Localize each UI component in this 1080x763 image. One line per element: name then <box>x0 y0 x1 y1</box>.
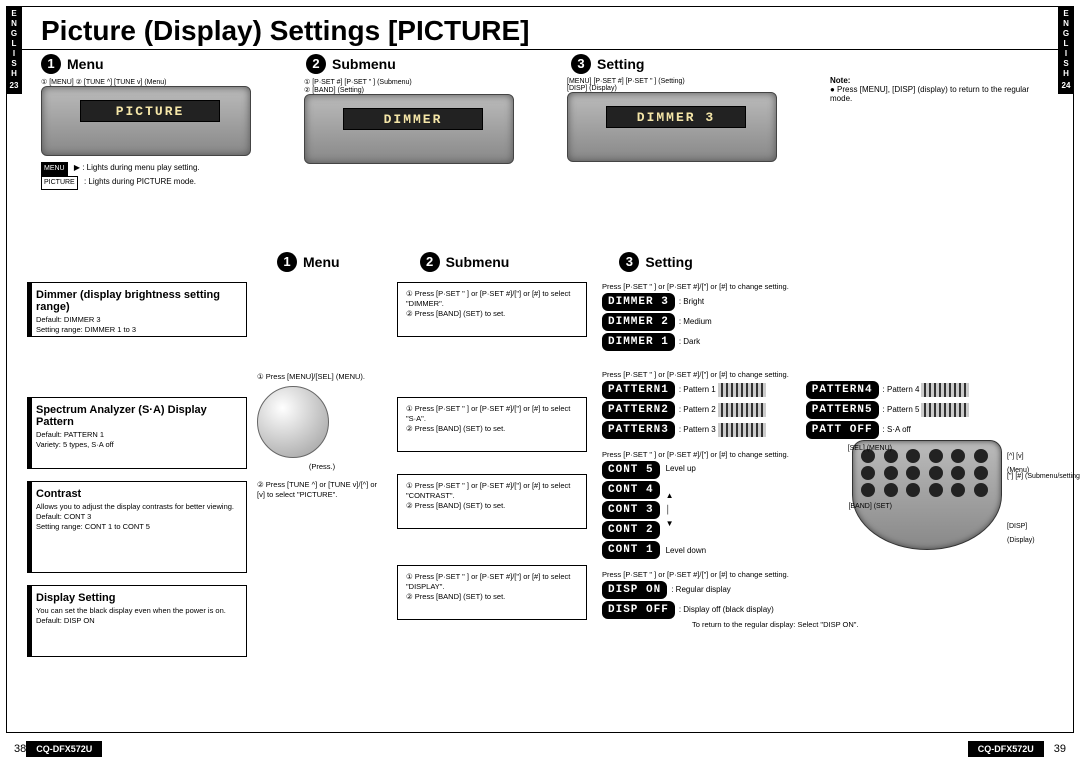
page-footer: 38 CQ-DFX572U CQ-DFX572U 39 <box>14 741 1066 757</box>
setting-pattern: Press [P·SET " ] or [P·SET #]/["] or [#]… <box>602 370 1042 440</box>
step-heads-2: 1Menu 2Submenu 3Setting <box>277 252 1053 272</box>
remote-label-disp: [DISP] (Display) <box>1007 520 1042 548</box>
side-tab-right: ENGLISH 24 <box>1058 6 1074 94</box>
box-contrast: Contrast Allows you to adjust the displa… <box>27 481 247 573</box>
legend: MENU ▶ : Lights during menu play setting… <box>41 162 286 190</box>
lcd-menu: PICTURE <box>80 100 220 122</box>
side-tab-left: ENGLISH 23 <box>6 6 22 94</box>
headunit-setting: DIMMER 3 <box>567 92 777 162</box>
cap-menu: ① [MENU] ② [TUNE ^] [TUNE v] (Menu) <box>41 78 286 86</box>
sub-box-disp: ① Press [P·SET " ] or [P·SET #]/["] or [… <box>397 565 587 620</box>
setting-display: Press [P·SET " ] or [P·SET #]/["] or [#]… <box>602 570 1042 630</box>
model-badge: CQ-DFX572U <box>968 741 1044 757</box>
spectrum-icon <box>718 383 766 397</box>
box-display: Display Setting You can set the black di… <box>27 585 247 657</box>
manual-page: ENGLISH 23 ENGLISH 24 Picture (Display) … <box>6 6 1074 733</box>
box-dimmer: Dimmer (display brightness setting range… <box>27 282 247 337</box>
spectrum-icon <box>718 423 766 437</box>
lcd-submenu: DIMMER <box>343 108 483 130</box>
setting-contrast: Press [P·SET " ] or [P·SET #]/["] or [#]… <box>602 450 1042 560</box>
sub-box-dimmer: ① Press [P·SET " ] or [P·SET #]/["] or [… <box>397 282 587 337</box>
remote-label-sel: [SEL] (MENU) <box>832 442 892 456</box>
spectrum-icon <box>718 403 766 417</box>
setting-dimmer: Press [P·SET " ] or [P·SET #]/["] or [#]… <box>602 282 1042 352</box>
lcd-setting: DIMMER 3 <box>606 106 746 128</box>
step-heads: 1Menu 2Submenu 3Setting <box>41 54 1059 74</box>
page-number-left: 38 <box>14 743 26 755</box>
rotary-knob-icon <box>257 386 329 458</box>
note-block: Note: ● Press [MENU], [DISP] (display) t… <box>830 76 1030 190</box>
remote-control-icon <box>852 440 1002 550</box>
page-title: Picture (Display) Settings [PICTURE] <box>41 15 1059 47</box>
headunit-submenu: DIMMER <box>304 94 514 164</box>
page-number-right: 39 <box>1054 743 1066 755</box>
box-sa: Spectrum Analyzer (S·A) Display Pattern … <box>27 397 247 469</box>
spectrum-icon <box>921 403 969 417</box>
sub-box-sa: ① Press [P·SET " ] or [P·SET #]/["] or [… <box>397 397 587 452</box>
model-badge: CQ-DFX572U <box>26 741 102 757</box>
sub-box-cont: ① Press [P·SET " ] or [P·SET #]/["] or [… <box>397 474 587 529</box>
headunit-menu: PICTURE <box>41 86 251 156</box>
spectrum-icon <box>921 383 969 397</box>
knob-instructions: ① Press [MENU]/[SEL] (MENU). (Press.) ② … <box>257 372 387 500</box>
remote-label-band: [BAND] (SET) <box>832 500 892 514</box>
remote-label-sub: ["] [#] (Submenu/setting) <box>1007 470 1080 484</box>
